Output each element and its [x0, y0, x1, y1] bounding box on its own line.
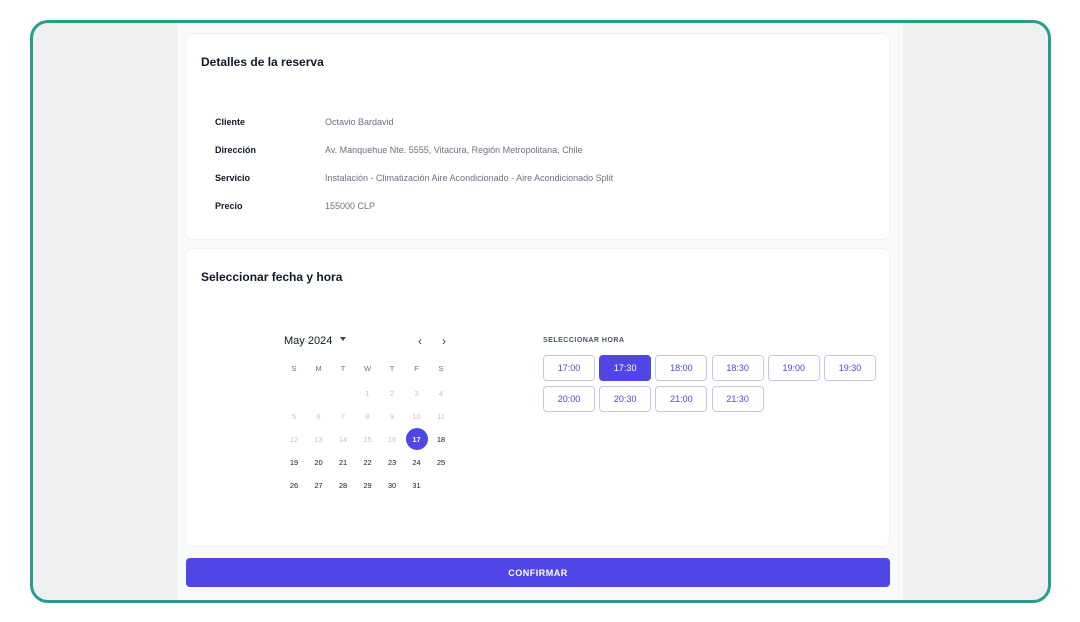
- content-column: Detalles de la reserva Cliente Octavio B…: [178, 23, 903, 600]
- confirm-button[interactable]: CONFIRMAR: [186, 558, 890, 587]
- weekday-header: S: [291, 363, 297, 373]
- calendar-day: 9: [389, 411, 395, 421]
- calendar-day[interactable]: 19: [283, 452, 305, 474]
- calendar-day[interactable]: 27: [308, 475, 330, 497]
- calendar-day[interactable]: 23: [381, 452, 403, 474]
- time-select-label: SELECCIONAR HORA: [543, 337, 625, 344]
- detail-value: Octavio Bardavid: [325, 117, 394, 127]
- weekday-header: W: [363, 363, 372, 373]
- detail-value: Av. Manquehue Nte. 5555, Vitacura, Regió…: [325, 145, 583, 155]
- time-slot[interactable]: 21:30: [711, 386, 764, 412]
- calendar-day: 1: [365, 388, 370, 398]
- calendar-day[interactable]: 28: [332, 475, 354, 497]
- calendar-day: 11: [437, 411, 445, 421]
- caret-down-icon[interactable]: [340, 337, 346, 341]
- weekday-header: F: [414, 363, 419, 373]
- chevron-right-icon[interactable]: ›: [438, 334, 450, 348]
- chevron-left-icon[interactable]: ‹: [414, 334, 426, 348]
- calendar-day[interactable]: 22: [357, 452, 379, 474]
- calendar-day: 4: [438, 388, 444, 398]
- calendar-day: 5: [291, 411, 297, 421]
- calendar-day[interactable]: 24: [406, 452, 428, 474]
- calendar-day: 8: [365, 411, 370, 421]
- detail-label: Precio: [215, 201, 243, 211]
- calendar-day: 2: [389, 388, 395, 398]
- time-slot-selected[interactable]: 17:30: [599, 355, 652, 381]
- calendar-day[interactable]: 30: [381, 475, 403, 497]
- calendar-day: 7: [340, 411, 346, 421]
- calendar-header: May 2024 ‹ ›: [284, 334, 456, 349]
- detail-value: 155000 CLP: [325, 201, 376, 211]
- calendar-day[interactable]: 26: [283, 475, 305, 497]
- detail-label: Servicio: [215, 173, 251, 183]
- calendar-day: 12: [289, 434, 299, 444]
- time-slot[interactable]: 20:00: [543, 386, 595, 412]
- time-slot[interactable]: 20:30: [599, 386, 652, 412]
- calendar-day-selected[interactable]: 17: [405, 428, 428, 451]
- app-frame: Detalles de la reserva Cliente Octavio B…: [30, 20, 1051, 603]
- calendar-day: 14: [338, 434, 348, 444]
- weekday-header: M: [315, 363, 322, 373]
- weekday-header: T: [340, 363, 346, 373]
- time-slot[interactable]: 19:00: [767, 355, 820, 381]
- calendar-day[interactable]: 29: [357, 475, 379, 497]
- time-slot[interactable]: 17:00: [543, 355, 595, 381]
- detail-label: Cliente: [215, 117, 246, 127]
- calendar-day: 3: [414, 388, 419, 398]
- calendar-day[interactable]: 18: [430, 428, 452, 450]
- time-slot[interactable]: 18:30: [711, 355, 764, 381]
- calendar-day[interactable]: 31: [406, 475, 428, 497]
- calendar-day[interactable]: 21: [332, 452, 354, 474]
- calendar-day[interactable]: 25: [430, 452, 452, 474]
- calendar-day: 15: [363, 434, 372, 444]
- calendar-day: 10: [412, 411, 421, 421]
- booking-details-title: Detalles de la reserva: [201, 55, 324, 69]
- schedule-card: Seleccionar fecha y hora May 2024 ‹ › S M…: [186, 249, 889, 546]
- calendar-day[interactable]: 20: [308, 452, 330, 474]
- time-slot[interactable]: 19:30: [824, 355, 876, 381]
- detail-label: Dirección: [215, 145, 257, 155]
- calendar-day: 6: [316, 411, 321, 421]
- booking-details-card: Detalles de la reserva Cliente Octavio B…: [186, 34, 889, 239]
- calendar-day: 13: [314, 434, 323, 444]
- time-slot[interactable]: 18:00: [655, 355, 708, 381]
- schedule-title: Seleccionar fecha y hora: [201, 270, 343, 284]
- weekday-header: T: [389, 363, 395, 373]
- detail-value: Instalación - Climatización Aire Acondic…: [325, 173, 614, 183]
- calendar-day: 16: [387, 434, 397, 444]
- time-slot[interactable]: 21:00: [655, 386, 708, 412]
- weekday-header: S: [438, 363, 444, 373]
- calendar-month-label[interactable]: May 2024: [284, 335, 332, 347]
